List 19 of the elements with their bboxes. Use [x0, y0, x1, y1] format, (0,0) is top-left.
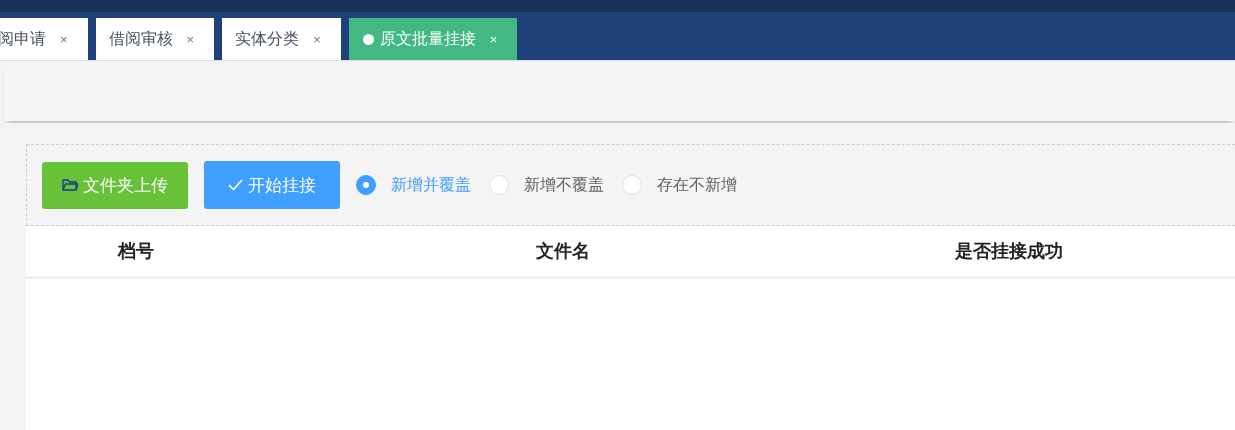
- start-button[interactable]: 开始挂接: [204, 161, 340, 209]
- radio-label[interactable]: 存在不新增: [657, 174, 737, 196]
- tab[interactable]: 原文批量挂接 ×: [348, 18, 518, 60]
- close-icon[interactable]: ×: [313, 31, 321, 47]
- tab[interactable]: 借阅审核 ×: [95, 18, 215, 60]
- dot-icon: [362, 33, 374, 45]
- column-header: 文件名: [535, 240, 591, 263]
- close-icon[interactable]: ×: [186, 31, 195, 47]
- radio-label[interactable]: 新增并覆盖: [391, 174, 471, 196]
- tab[interactable]: 阅申请 ×: [0, 18, 88, 60]
- check-icon: [228, 179, 243, 191]
- close-icon[interactable]: ×: [489, 31, 498, 47]
- radio-button[interactable]: [356, 175, 376, 195]
- column-header: 档号: [116, 240, 155, 263]
- folder-icon: [62, 178, 78, 192]
- tab[interactable]: 实体分类 ×: [222, 18, 341, 60]
- radio-label[interactable]: 新增不覆盖: [524, 174, 604, 196]
- close-icon[interactable]: ×: [60, 31, 68, 47]
- column-header: 是否挂接成功: [954, 240, 1064, 263]
